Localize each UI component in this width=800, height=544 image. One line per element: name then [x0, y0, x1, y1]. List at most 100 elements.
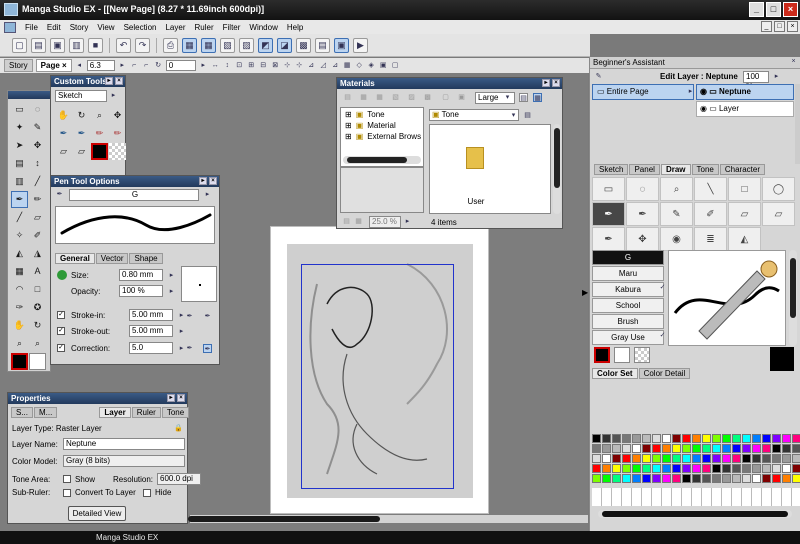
mdi-close-button[interactable]: × [787, 21, 798, 32]
new-story-icon[interactable]: ▢ [12, 37, 27, 53]
zoom-arrow-icon[interactable]: ▸ [403, 217, 412, 226]
select-pen-icon[interactable]: ✎ [29, 119, 46, 136]
hand-icon[interactable]: ✋ [11, 317, 28, 334]
opacity-arrow-icon[interactable]: ▸ [772, 72, 781, 81]
rect-select-tool-icon[interactable]: ▭ [592, 177, 625, 201]
palette-color-swatch[interactable] [602, 444, 611, 453]
soft-eraser-tool-icon[interactable]: ▱ [762, 202, 795, 226]
palette-color-swatch[interactable] [792, 454, 800, 463]
object-select-icon[interactable]: ➤ [11, 137, 28, 154]
perspective-icon[interactable]: ◇ [355, 61, 364, 70]
palette-color-swatch[interactable] [692, 434, 701, 443]
stamp-icon[interactable]: ✪ [29, 299, 46, 316]
expand-arrow-icon[interactable]: ▸ [686, 87, 695, 96]
palette-color-swatch[interactable] [782, 434, 791, 443]
layers-icon[interactable]: ▧ [220, 37, 235, 53]
palette-color-swatch[interactable] [652, 434, 661, 443]
opacity-field[interactable]: 100 % [119, 285, 163, 297]
palette-color-swatch[interactable] [702, 444, 711, 453]
palette-color-swatch[interactable] [642, 464, 651, 473]
palette-color-swatch[interactable] [592, 464, 601, 473]
panel-menu-icon[interactable]: ▸ [167, 394, 175, 402]
open-icon[interactable]: ▣ [50, 37, 65, 53]
layers-scrollbar[interactable] [795, 84, 800, 164]
rotate-icon[interactable]: ↻ [154, 61, 163, 70]
materials-footer-icon[interactable]: ▤ [342, 217, 351, 226]
menu-edit[interactable]: Edit [47, 23, 61, 32]
minimize-button[interactable]: _ [749, 2, 764, 17]
palette-color-swatch[interactable] [672, 454, 681, 463]
mdi-restore-button[interactable]: □ [774, 21, 785, 32]
size-menu-icon[interactable]: ▸ [167, 271, 176, 280]
brush-item-gray-use[interactable]: Gray Use [592, 330, 664, 345]
palette-color-swatch[interactable] [602, 454, 611, 463]
menu-layer[interactable]: Layer [165, 23, 185, 32]
materials-toolbar-icon[interactable]: ▤ [343, 93, 352, 102]
hide-checkbox[interactable] [143, 488, 151, 497]
tab-page-props[interactable]: M... [34, 407, 58, 418]
palette-color-swatch[interactable] [742, 444, 751, 453]
materials-toolbar-icon[interactable]: ▦ [359, 93, 368, 102]
pen-correction-icon[interactable]: ✒ [185, 344, 194, 353]
pen-pressure-icon[interactable]: ✒ [185, 312, 194, 321]
palette-color-swatch[interactable] [712, 434, 721, 443]
tree-item-tone[interactable]: ⊞ ▣ Tone [345, 110, 385, 119]
airbrush-tool-icon[interactable]: ◉ [660, 227, 693, 251]
color-black-swatch[interactable] [91, 143, 108, 160]
snap-icon[interactable]: ⊿ [307, 61, 316, 70]
palette-color-swatch[interactable] [732, 454, 741, 463]
grid-icon[interactable]: ▦ [343, 61, 352, 70]
assistant-icon[interactable]: ▶ [353, 37, 368, 53]
user-folder-icon[interactable] [466, 147, 484, 169]
palette-color-swatch[interactable] [602, 434, 611, 443]
materials-v-scrollbar[interactable] [553, 124, 561, 214]
pen-tool-icon[interactable]: ✒ [626, 202, 659, 226]
palette-color-swatch[interactable] [672, 464, 681, 473]
palette-color-swatch[interactable] [662, 474, 671, 483]
tone-icon[interactable]: ▤ [11, 155, 28, 172]
palette-color-swatch[interactable] [642, 454, 651, 463]
panel-close-icon[interactable]: × [552, 79, 560, 87]
transform-icon[interactable]: ⊟ [259, 61, 268, 70]
stroke-out-field[interactable]: 5.00 mm [129, 325, 173, 337]
palette-color-swatch[interactable] [732, 464, 741, 473]
brush-name-field[interactable]: G [69, 189, 199, 201]
palette-color-swatch[interactable] [592, 434, 601, 443]
palette-color-swatch[interactable] [662, 454, 671, 463]
palette-color-swatch[interactable] [652, 464, 661, 473]
airbrush-icon[interactable]: ✧ [11, 227, 28, 244]
palette-color-swatch[interactable] [672, 444, 681, 453]
palette-color-swatch[interactable] [692, 474, 701, 483]
palette-color-swatch[interactable] [592, 454, 601, 463]
background-color-swatch[interactable] [614, 347, 630, 363]
pencil-icon[interactable]: ✏ [91, 125, 108, 142]
pencil-icon[interactable]: ✏ [29, 191, 46, 208]
brush-item-kabura[interactable]: Kabura [592, 282, 664, 297]
palette-color-swatch[interactable] [642, 444, 651, 453]
eraser-tool-icon[interactable]: ▱ [728, 202, 761, 226]
ruler-icon[interactable]: ⊠ [271, 61, 280, 70]
materials-toolbar-icon[interactable]: ▣ [457, 93, 466, 102]
close-doc-icon[interactable]: ▥ [69, 37, 84, 53]
line-tool-icon[interactable]: ╱ [29, 173, 46, 190]
palette-color-swatch[interactable] [762, 434, 771, 443]
zoom-out-icon[interactable]: ◂ [75, 61, 84, 70]
palette-color-swatch[interactable] [762, 464, 771, 473]
rect-select-icon[interactable]: ▭ [11, 101, 28, 118]
palette-color-swatch[interactable] [682, 464, 691, 473]
palette-icon[interactable]: ▩ [296, 37, 311, 53]
rotate-view-icon[interactable]: ↻ [29, 317, 46, 334]
palette-color-swatch[interactable] [642, 434, 651, 443]
entire-page-item[interactable]: ▭ Entire Page [592, 84, 694, 100]
mdi-minimize-button[interactable]: _ [761, 21, 772, 32]
palette-color-swatch[interactable] [752, 474, 761, 483]
up-folder-icon[interactable]: ▤ [523, 111, 532, 120]
show-checkbox[interactable] [63, 475, 71, 483]
pen-tool-icon[interactable]: ✒ [11, 191, 28, 208]
tree-h-scrollbar[interactable] [343, 156, 421, 164]
guide-icon[interactable]: ⊹ [295, 61, 304, 70]
menu-file[interactable]: File [25, 23, 38, 32]
print-icon[interactable]: ⎙ [163, 37, 178, 53]
menu-view[interactable]: View [97, 23, 114, 32]
palette-color-swatch[interactable] [612, 474, 621, 483]
